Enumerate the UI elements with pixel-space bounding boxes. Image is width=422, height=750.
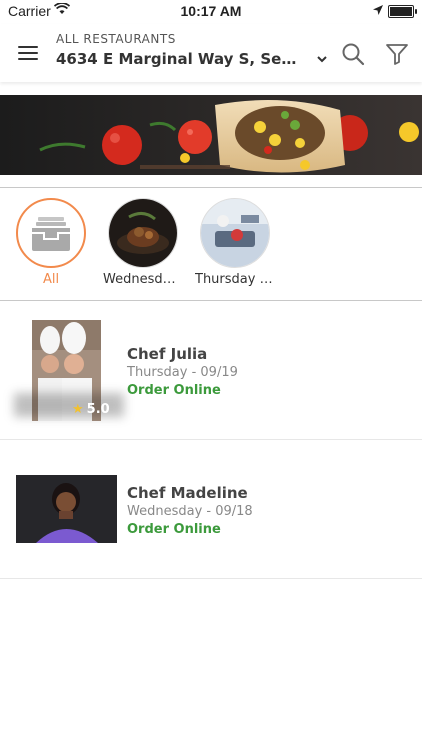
restaurant-card[interactable]: Chef Julia Thursday - 09/19 Order Online xyxy=(0,301,422,439)
location-selector[interactable]: 4634 E Marginal Way S, Seattle, WA xyxy=(56,50,300,68)
category-image xyxy=(200,198,270,268)
carousel-page-indicator xyxy=(0,169,422,188)
chef-madeline-photo xyxy=(16,475,117,543)
carousel-dot-active xyxy=(203,178,209,184)
list-separator xyxy=(0,578,422,579)
promo-banner-carousel[interactable] xyxy=(0,95,422,175)
location-arrow-icon xyxy=(372,4,384,20)
chevron-down-icon[interactable] xyxy=(315,51,329,65)
restaurant-name: Chef Madeline xyxy=(127,484,248,502)
restaurant-date: Thursday - 09/19 xyxy=(127,365,238,380)
search-icon[interactable] xyxy=(340,41,366,67)
app-header: ALL RESTAURANTS 4634 E Marginal Way S, S… xyxy=(0,24,422,82)
food-banner-image xyxy=(0,95,422,175)
clock: 10:17 AM xyxy=(180,3,242,19)
category-thursday[interactable]: Thursday -... xyxy=(195,198,275,287)
category-image xyxy=(108,198,178,268)
rating-badge: ★ 5.0 xyxy=(72,402,110,417)
star-icon: ★ xyxy=(72,402,84,417)
category-wednesday[interactable]: Wednesday... xyxy=(103,198,183,287)
battery-icon xyxy=(388,5,417,18)
category-label: All xyxy=(42,272,60,287)
location-label: ALL RESTAURANTS xyxy=(56,32,176,46)
order-online-link[interactable]: Order Online xyxy=(127,383,221,398)
filter-icon[interactable] xyxy=(384,41,410,67)
category-all[interactable]: All xyxy=(11,198,91,287)
restaurant-card[interactable]: Chef Madeline Wednesday - 09/18 Order On… xyxy=(0,440,422,578)
category-label: Wednesday... xyxy=(103,272,183,287)
inbox-tray-icon xyxy=(32,217,70,251)
carousel-dot xyxy=(213,178,219,184)
hamburger-menu-icon[interactable] xyxy=(18,46,38,60)
order-online-link[interactable]: Order Online xyxy=(127,522,221,537)
restaurant-name: Chef Julia xyxy=(127,345,208,363)
status-bar: Carrier 10:17 AM xyxy=(0,0,422,24)
category-all-circle xyxy=(16,198,86,268)
category-label: Thursday -... xyxy=(195,272,275,287)
restaurant-date: Wednesday - 09/18 xyxy=(127,504,253,519)
rating-value: 5.0 xyxy=(86,402,110,417)
